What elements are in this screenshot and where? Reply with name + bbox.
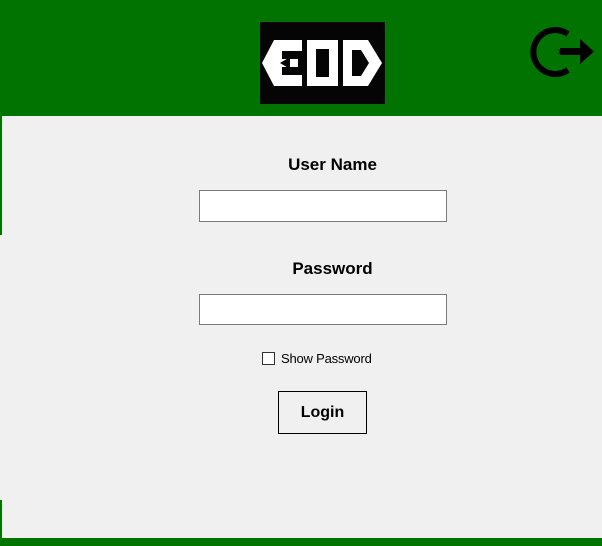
show-password-row[interactable]: Show Password xyxy=(262,349,372,367)
show-password-checkbox[interactable] xyxy=(262,351,275,365)
password-input[interactable] xyxy=(199,294,447,325)
username-label: User Name xyxy=(288,155,377,174)
logout-icon[interactable]: x xyxy=(530,22,596,82)
left-border-accent-lower xyxy=(0,500,2,538)
header-bar: x xyxy=(0,0,602,116)
left-border-accent xyxy=(0,116,2,235)
show-password-label[interactable]: Show Password xyxy=(281,351,372,366)
eod-logo xyxy=(260,22,385,104)
svg-text:x: x xyxy=(558,47,562,56)
login-button[interactable]: Login xyxy=(278,391,367,434)
username-input[interactable] xyxy=(199,190,447,222)
password-label: Password xyxy=(292,259,373,278)
footer-bar xyxy=(0,538,602,546)
